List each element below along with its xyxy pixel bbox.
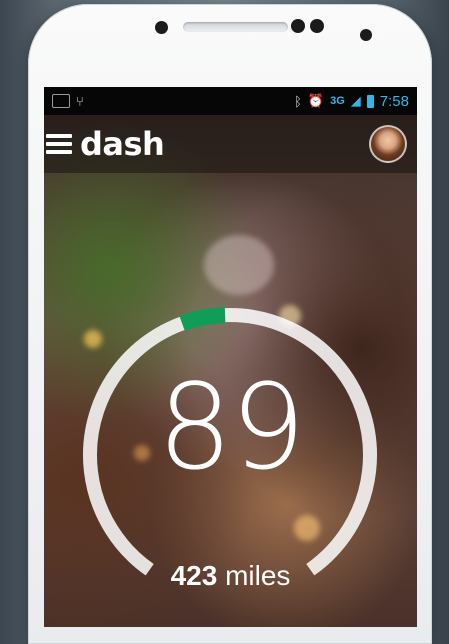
main-content: dash 89 423 miles [44, 115, 417, 627]
phone-screen: ⑂ ᛒ ⏰ 3G ◢ 7:58 dash 89 423 miles [44, 87, 417, 627]
battery-icon [366, 94, 374, 108]
notification-led [360, 29, 372, 41]
proximity-sensor [291, 19, 305, 33]
light-sensor [310, 19, 324, 33]
distance-unit: miles [225, 560, 291, 591]
bluetooth-icon: ᛒ [294, 93, 302, 109]
earpiece-speaker [183, 22, 288, 32]
status-time: 7:58 [379, 92, 409, 110]
image-icon [52, 93, 70, 108]
distance-value: 423 [170, 560, 218, 591]
alarm-icon: ⏰ [307, 93, 325, 108]
status-bar: ⑂ ᛒ ⏰ 3G ◢ 7:58 [44, 87, 417, 115]
usb-icon: ⑂ [76, 93, 84, 109]
distance-label: 423 miles [44, 560, 417, 592]
phone-frame: ⑂ ᛒ ⏰ 3G ◢ 7:58 dash 89 423 miles [28, 4, 432, 644]
gauge-progress-marker [179, 307, 226, 331]
signal-icon: ◢ [350, 93, 361, 108]
driving-score: 89 [157, 358, 305, 496]
front-camera [155, 21, 168, 34]
network-type: 3G [330, 95, 345, 107]
